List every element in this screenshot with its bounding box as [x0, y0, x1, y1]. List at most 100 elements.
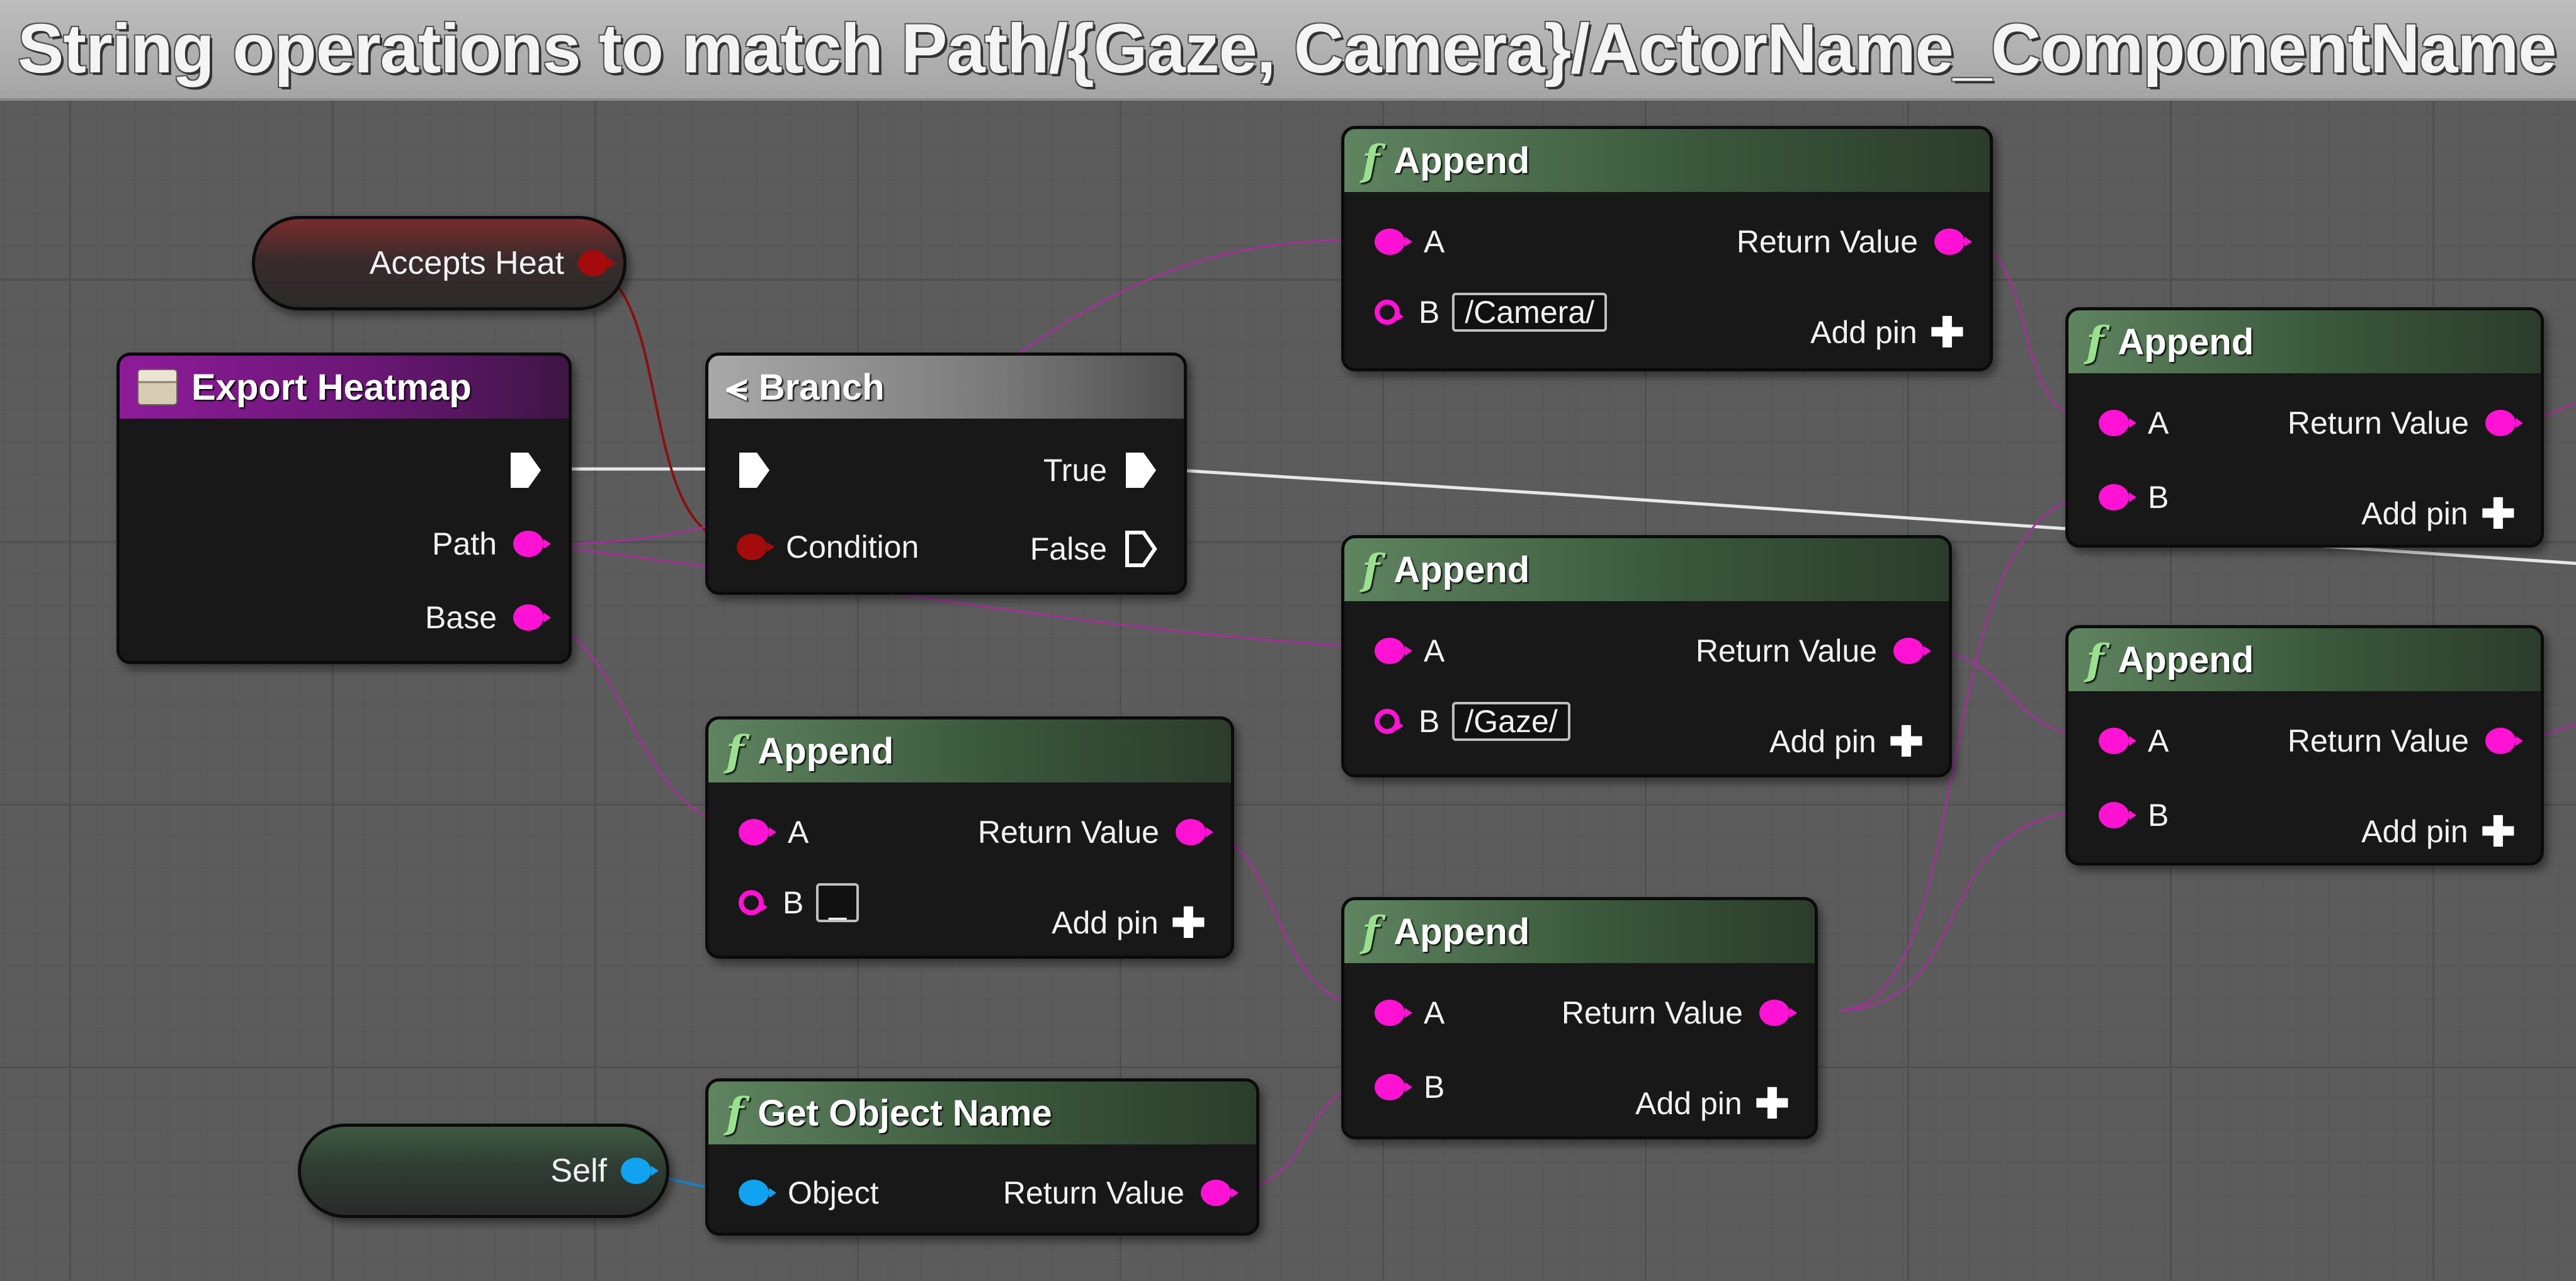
true-exec-pin-icon[interactable] — [1123, 450, 1159, 490]
b-pin-label: B — [783, 885, 804, 920]
a-pin-label: A — [788, 815, 809, 850]
self-label: Self — [550, 1153, 607, 1189]
condition-pin-icon[interactable] — [737, 534, 775, 560]
b-pin-icon[interactable] — [1375, 300, 1404, 325]
object-pin-icon[interactable] — [621, 1158, 659, 1184]
b-pin-label: B — [2148, 480, 2169, 515]
function-icon: f — [1362, 545, 1380, 594]
false-exec-pin-icon[interactable] — [1123, 529, 1159, 569]
plus-icon[interactable]: ✚ — [2481, 811, 2516, 852]
branch-icon: ⪪ — [726, 365, 747, 409]
return-value-label: Return Value — [1561, 995, 1743, 1030]
append-top-right-header: f Append — [2068, 310, 2541, 373]
get-object-name-node[interactable]: f Get Object Name Object Return Value — [705, 1078, 1259, 1236]
b-pin-icon[interactable] — [2099, 802, 2136, 828]
return-value-pin-icon[interactable] — [2485, 728, 2523, 754]
append-gaze-header: f Append — [1344, 538, 1949, 601]
accepts-heat-variable-node[interactable]: Accepts Heat — [252, 216, 627, 310]
path-pin-label: Path — [432, 526, 497, 561]
b-pin-icon[interactable] — [1375, 1074, 1412, 1100]
return-value-label: Return Value — [1736, 224, 1918, 259]
append-mid-right-node[interactable]: f Append A Return Value B Add pin ✚ — [2065, 625, 2544, 866]
a-pin-label: A — [1424, 224, 1445, 259]
add-pin-label[interactable]: Add pin — [1052, 905, 1159, 941]
return-value-pin-icon[interactable] — [2485, 410, 2523, 436]
add-pin-label[interactable]: Add pin — [2361, 813, 2468, 850]
b-pin-icon[interactable] — [2099, 484, 2136, 511]
true-pin-label: True — [1043, 453, 1107, 488]
object-pin-icon[interactable] — [739, 1180, 776, 1206]
append-object-title: Append — [1393, 911, 1530, 952]
export-heatmap-header: Export Heatmap — [120, 356, 569, 419]
plus-icon[interactable]: ✚ — [1171, 902, 1206, 944]
get-object-name-header: f Get Object Name — [708, 1081, 1256, 1144]
append-mid-right-header: f Append — [2068, 628, 2541, 691]
a-pin-icon[interactable] — [2099, 728, 2136, 754]
export-heatmap-title: Export Heatmap — [191, 366, 472, 408]
b-pin-icon[interactable] — [739, 890, 768, 915]
a-pin-icon[interactable] — [1375, 229, 1412, 255]
return-value-pin-icon[interactable] — [1893, 638, 1931, 664]
append-object-node[interactable]: f Append A Return Value B Add pin ✚ — [1341, 897, 1818, 1139]
append-camera-title: Append — [1393, 140, 1530, 181]
plus-icon[interactable]: ✚ — [1755, 1083, 1790, 1124]
append-camera-header: f Append — [1344, 129, 1990, 192]
append-mid-right-title: Append — [2118, 639, 2254, 680]
a-pin-icon[interactable] — [1375, 1000, 1412, 1026]
return-value-label: Return Value — [1695, 633, 1877, 669]
return-value-pin-icon[interactable] — [1201, 1180, 1239, 1206]
b-pin-label: B — [2148, 798, 2169, 833]
append-top-right-title: Append — [2118, 321, 2254, 363]
append-top-right-node[interactable]: f Append A Return Value B Add pin ✚ — [2065, 307, 2544, 548]
exec-in-pin-icon[interactable] — [737, 450, 772, 490]
append-underscore-node[interactable]: f Append A Return Value B _ Add pin ✚ — [705, 716, 1234, 959]
base-pin-label: Base — [425, 600, 497, 635]
b-pin-label: B — [1419, 704, 1440, 739]
a-pin-icon[interactable] — [1375, 638, 1412, 664]
plus-icon[interactable]: ✚ — [2481, 493, 2516, 534]
return-value-pin-icon[interactable] — [1176, 819, 1213, 845]
string-wire — [1838, 810, 2097, 1012]
path-pin-icon[interactable] — [513, 531, 551, 557]
a-pin-icon[interactable] — [2099, 410, 2136, 436]
plus-icon[interactable]: ✚ — [1889, 721, 1924, 762]
exec-out-pin-icon[interactable] — [508, 450, 543, 490]
append-camera-node[interactable]: f Append A Return Value B /Camera/ Add p… — [1341, 126, 1993, 371]
append-gaze-node[interactable]: f Append A Return Value B /Gaze/ Add pin… — [1341, 535, 1952, 777]
plus-icon[interactable]: ✚ — [1930, 312, 1965, 353]
add-pin-label[interactable]: Add pin — [1635, 1085, 1742, 1122]
add-pin-label[interactable]: Add pin — [1769, 723, 1876, 760]
b-value-input[interactable]: /Camera/ — [1452, 293, 1607, 332]
branch-header: ⪪ Branch — [708, 356, 1184, 419]
append-gaze-title: Append — [1393, 549, 1530, 590]
base-pin-icon[interactable] — [513, 604, 551, 631]
return-value-label: Return Value — [2287, 723, 2469, 759]
self-variable-node[interactable]: Self — [298, 1124, 669, 1218]
event-icon — [137, 369, 178, 405]
b-value-input[interactable]: /Gaze/ — [1452, 702, 1570, 741]
b-pin-icon[interactable] — [1375, 709, 1404, 734]
add-pin-label[interactable]: Add pin — [2361, 495, 2468, 532]
b-value-input[interactable]: _ — [816, 883, 860, 922]
branch-node[interactable]: ⪪ Branch True Condition False — [705, 353, 1187, 595]
return-value-label: Return Value — [2287, 405, 2469, 441]
append-object-header: f Append — [1344, 900, 1815, 963]
get-object-name-title: Get Object Name — [757, 1092, 1052, 1134]
return-value-pin-icon[interactable] — [1759, 1000, 1797, 1026]
function-icon: f — [726, 726, 744, 776]
a-pin-label: A — [2148, 405, 2169, 441]
export-heatmap-node[interactable]: Export Heatmap Path Base — [116, 353, 572, 664]
return-value-label: Return Value — [977, 815, 1159, 850]
function-icon: f — [2086, 635, 2104, 684]
a-pin-label: A — [1424, 633, 1445, 669]
bool-pin-icon[interactable] — [578, 250, 616, 276]
b-pin-label: B — [1419, 295, 1440, 330]
a-pin-icon[interactable] — [739, 819, 776, 845]
function-icon: f — [1362, 136, 1380, 185]
branch-title: Branch — [758, 366, 885, 408]
b-pin-label: B — [1424, 1069, 1445, 1105]
false-pin-label: False — [1030, 531, 1107, 567]
add-pin-label[interactable]: Add pin — [1810, 314, 1917, 351]
function-icon: f — [726, 1088, 744, 1137]
return-value-pin-icon[interactable] — [1934, 229, 1972, 255]
